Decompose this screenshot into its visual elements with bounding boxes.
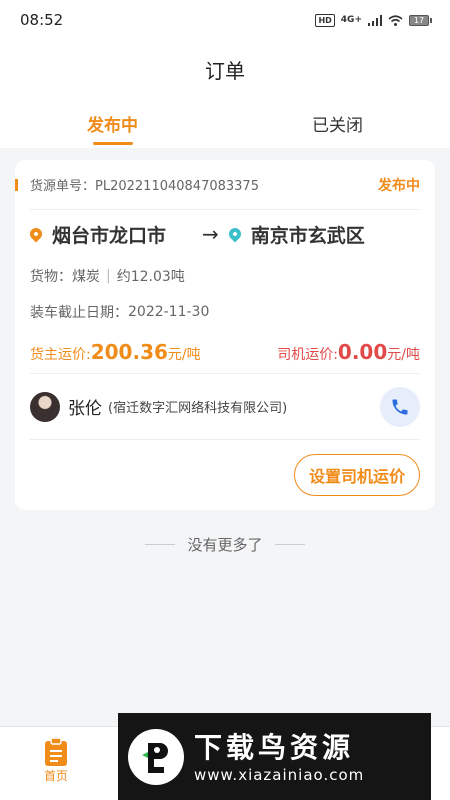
status-bar: 08:52 HD 4G+ 17: [0, 0, 450, 40]
origin-city: 烟台市龙口市: [52, 224, 167, 247]
driver-price-unit: 元/吨: [387, 346, 420, 363]
destination-city: 南京市玄武区: [250, 224, 365, 247]
set-driver-price-button[interactable]: 设置司机运价: [293, 454, 420, 496]
deadline-label: 装车截止日期：: [30, 305, 128, 321]
owner-price-label: 货主运价:: [30, 346, 91, 363]
loading-deadline: 装车截止日期： 2022-11-30: [30, 294, 420, 330]
divider-left: [145, 544, 176, 545]
wifi-icon: [388, 14, 403, 26]
cargo-type: 煤炭: [72, 269, 100, 285]
hd-badge: HD: [315, 13, 335, 27]
order-tabs: 发布中 已关闭: [0, 98, 450, 148]
tab-closed-label: 已关闭: [312, 115, 363, 136]
status-time: 08:52: [20, 11, 64, 29]
cargo-weight: 约12.03吨: [116, 269, 185, 285]
contact-name: 张伦: [68, 399, 102, 419]
cargo-info: 货物： 煤炭 | 约12.03吨: [30, 258, 420, 294]
order-status-badge: 发布中: [378, 177, 420, 194]
tab-active-indicator: [92, 142, 133, 145]
watermark-title: 下载鸟资源: [194, 730, 355, 764]
signal-icon: [368, 14, 382, 26]
tab-publishing[interactable]: 发布中: [0, 98, 225, 148]
watermark: 下载鸟资源 www.xiazainiao.com: [118, 713, 431, 800]
list-end-text: 没有更多了: [187, 536, 263, 554]
list-end-indicator: 没有更多了: [0, 534, 450, 555]
driver-price-label: 司机运价:: [277, 346, 338, 363]
call-button[interactable]: [380, 386, 420, 427]
contact-company: (宿迁数字汇网络科技有限公司): [108, 401, 288, 416]
network-type: 4G+: [340, 15, 362, 25]
route: 烟台市龙口市 → 南京市玄武区: [27, 210, 420, 258]
destination-pin-icon: [226, 225, 244, 243]
tabbar-home[interactable]: 首页: [26, 737, 86, 784]
origin-pin-icon: [27, 225, 45, 243]
bird-logo-icon: [128, 728, 184, 785]
status-icons: HD 4G+ 17: [315, 13, 432, 27]
card-actions: 设置司机运价: [30, 440, 420, 510]
arrow-right-icon: →: [202, 222, 219, 246]
owner-price-unit: 元/吨: [167, 346, 201, 363]
watermark-url: www.xiazainiao.com: [194, 765, 365, 784]
owner-price-value: 200.36: [90, 339, 168, 364]
tab-publishing-label: 发布中: [87, 115, 138, 136]
order-card-header: 货源单号：PL202211040847083375 发布中: [15, 160, 420, 210]
battery-icon: 17: [409, 14, 432, 26]
price-row: 货主运价:200.36元/吨 司机运价:0.00元/吨: [30, 330, 420, 374]
divider: |: [106, 268, 111, 284]
avatar: [30, 391, 60, 422]
tab-closed[interactable]: 已关闭: [225, 98, 450, 148]
cargo-label: 货物：: [30, 269, 72, 285]
driver-price: 司机运价:0.00元/吨: [277, 340, 420, 364]
deadline-value: 2022-11-30: [128, 304, 210, 320]
owner-price: 货主运价:200.36元/吨: [30, 340, 201, 364]
order-number: 货源单号：PL202211040847083375: [30, 175, 259, 194]
clipboard-icon: [45, 737, 67, 766]
watermark-text: 下载鸟资源 www.xiazainiao.com: [194, 730, 364, 784]
page-header: 订单: [0, 40, 450, 98]
battery-level: 17: [409, 14, 429, 26]
phone-icon: [392, 399, 408, 414]
order-number-label: 货源单号：: [30, 179, 96, 194]
tabbar-home-label: 首页: [43, 769, 68, 783]
card-accent-mark: [15, 178, 18, 191]
order-card[interactable]: 货源单号：PL202211040847083375 发布中 烟台市龙口市 → 南…: [15, 160, 435, 510]
page-title: 订单: [205, 58, 245, 83]
divider-right: [274, 544, 305, 545]
order-number-value: PL202211040847083375: [95, 179, 259, 194]
driver-price-value: 0.00: [337, 339, 388, 364]
contact-row: 张伦 (宿迁数字汇网络科技有限公司): [30, 374, 420, 440]
